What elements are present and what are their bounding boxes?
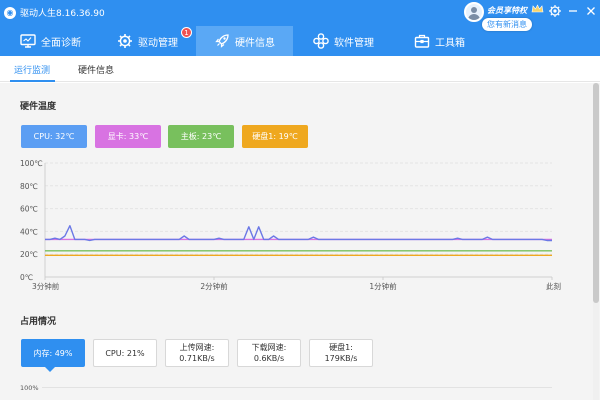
app-title: ◉ 驱动人生8.16.36.90 [4,6,105,19]
nav-label: 软件管理 [334,37,374,49]
nav-software-management[interactable]: 软件管理 [313,26,374,56]
usage-download[interactable]: 下载网速: 0.6KB/s [237,339,301,367]
usage-upload-label: 上传网速: [179,343,215,352]
chart-y-tick-label: 40℃ [20,227,38,236]
nav-toolbox[interactable]: 工具箱 [414,26,465,56]
vip-privilege-link[interactable]: 会员享特权 [487,5,527,16]
chart-x-ticks: 3分钟前 2分钟前 1分钟前 此刻 [32,277,561,291]
chart-y-tick-label: 60℃ [20,205,38,214]
apps-icon [313,33,329,49]
toolbox-icon [414,34,430,48]
nav-driver-management[interactable]: 驱动管理 [117,26,178,56]
scrollbar-thumb[interactable] [593,83,599,303]
chart-y-tick-label: 80℃ [20,182,38,191]
close-icon[interactable] [584,4,598,18]
temp-chip-motherboard[interactable]: 主板: 23℃ [168,125,234,148]
active-tab-indicator [10,80,55,82]
usage-memory[interactable]: 内存: 49% [21,339,85,367]
chart-y-tick-label: 100℃ [20,159,43,168]
rocket-icon [215,34,229,48]
avatar-body [468,14,480,20]
nav-hardware-info[interactable]: 硬件信息 [196,26,293,56]
driver-update-badge: 1 [181,27,192,38]
sub-tabs: 运行监测 硬件信息 [0,56,600,82]
new-message-badge[interactable]: 您有新消息 [482,18,532,31]
temp-chip-cpu[interactable]: CPU: 32℃ [21,125,87,148]
usage-cpu[interactable]: CPU: 21% [93,339,157,367]
chart-y-tick-label: 20℃ [20,250,38,259]
usage-cpu-label: CPU: 21% [105,348,145,358]
temperature-line-chart: 0℃ 20℃ 40℃ 60℃ 80℃ 100℃ 3分钟前 2分钟前 1分钟前 此刻 [20,159,561,291]
content-scrollbar[interactable] [593,83,599,400]
nav-full-diagnosis[interactable]: 全面诊断 [20,26,81,56]
user-avatar-icon[interactable] [464,2,484,22]
tab-hardware-info[interactable]: 硬件信息 [78,63,114,76]
tab-runtime-monitor[interactable]: 运行监测 [14,63,50,76]
usage-axis-top-label: 100% [20,384,39,392]
usage-download-value: 0.6KB/s [253,354,285,363]
usage-disk1-label: 硬盘1: [329,343,353,352]
nav-label: 驱动管理 [138,37,178,49]
driver-app-logo-icon: ◉ [4,6,16,19]
chart-x-tick-label: 此刻 [546,281,561,291]
usage-upload-value: 0.71KB/s [179,354,215,363]
nav-label: 工具箱 [435,37,465,49]
gear-icon[interactable] [548,4,562,18]
nav-label: 全面诊断 [41,37,81,49]
avatar-head [471,7,477,13]
usage-selected-pointer [45,367,55,372]
usage-download-label: 下载网速: [251,343,287,352]
chart-series-line-CPU [45,224,552,242]
temperature-section-title: 硬件温度 [20,102,57,112]
chart-x-tick-label: 3分钟前 [32,281,60,291]
chart-y-tick-label: 0℃ [20,273,33,282]
chart-y-ticks: 0℃ 20℃ 40℃ 60℃ 80℃ 100℃ [20,159,43,282]
minimize-icon[interactable] [566,4,580,18]
temp-chip-disk1[interactable]: 硬盘1: 19℃ [242,125,308,148]
usage-disk1[interactable]: 硬盘1: 179KB/s [309,339,373,367]
gear-icon [118,34,132,48]
usage-memory-label: 内存: 49% [33,348,73,358]
chart-x-tick-label: 2分钟前 [200,281,228,291]
chart-x-tick-label: 1分钟前 [369,281,397,291]
usage-axis-gridline [42,387,552,388]
app-title-text: 驱动人生8.16.36.90 [20,9,105,19]
chart-grid [44,162,552,278]
usage-section-title: 占用情况 [20,317,57,327]
temp-chip-gpu[interactable]: 显卡: 33℃ [95,125,161,148]
monitor-icon [20,34,36,48]
nav-label: 硬件信息 [235,37,275,49]
chart-series [45,224,552,257]
crown-icon[interactable] [531,4,544,14]
usage-upload[interactable]: 上传网速: 0.71KB/s [165,339,229,367]
usage-disk1-value: 179KB/s [324,354,358,363]
